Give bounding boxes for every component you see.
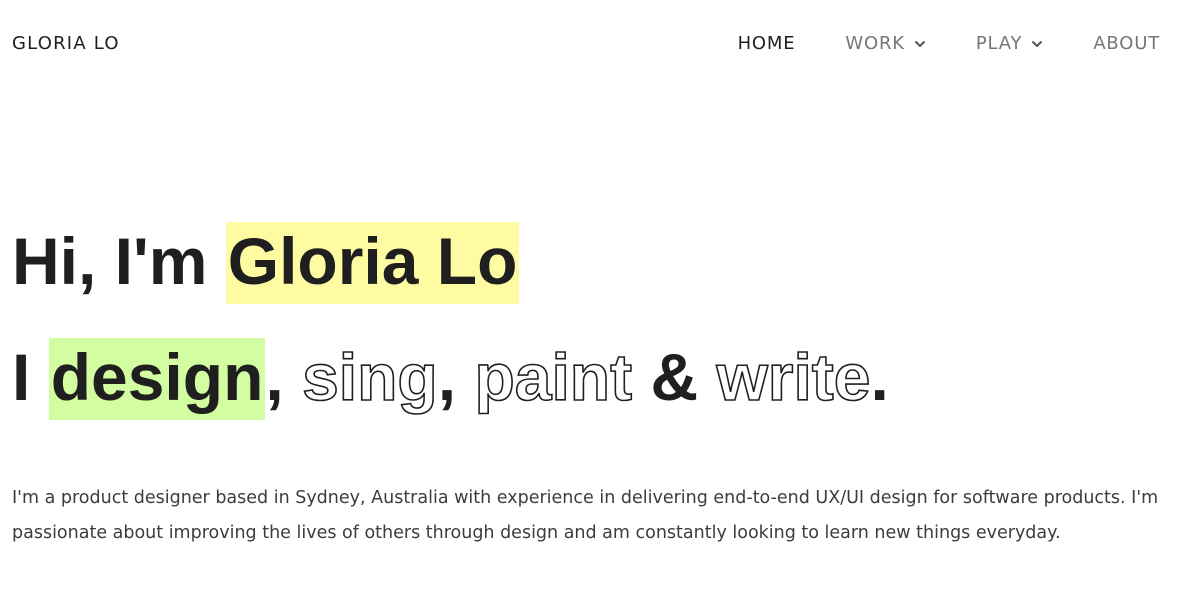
tagline-ampersand: & (632, 340, 717, 414)
nav-play-label: PLAY (975, 33, 1023, 54)
highlighted-name: Gloria Lo (225, 222, 520, 304)
greeting-prefix: Hi, I'm (12, 224, 226, 298)
nav-work-label: WORK (845, 33, 905, 54)
nav-home[interactable]: HOME (738, 33, 796, 54)
hero-tagline: I design, sing, paint & write. (12, 338, 889, 420)
outlined-sing: sing (301, 340, 438, 414)
hero-greeting: Hi, I'm Gloria Lo (12, 222, 520, 304)
chevron-down-icon (1031, 38, 1043, 50)
tagline-prefix: I (12, 340, 49, 414)
nav-work[interactable]: WORK (845, 33, 925, 54)
intro-paragraph: I'm a product designer based in Sydney, … (12, 487, 1159, 543)
nav-home-label: HOME (737, 33, 796, 54)
tagline-comma: , (437, 340, 475, 414)
nav-play[interactable]: PLAY (976, 33, 1043, 54)
main-nav: HOME WORK PLAY ABOUT (738, 33, 1160, 54)
tagline-comma: , (265, 340, 303, 414)
chevron-down-icon (914, 38, 926, 50)
tagline-period: . (870, 340, 889, 414)
highlighted-design: design (48, 338, 266, 420)
outlined-paint: paint (474, 340, 633, 414)
nav-about[interactable]: ABOUT (1093, 33, 1160, 54)
outlined-write: write (716, 340, 872, 414)
site-logo[interactable]: GLORIA LO (12, 33, 120, 54)
nav-about-label: ABOUT (1093, 33, 1160, 54)
